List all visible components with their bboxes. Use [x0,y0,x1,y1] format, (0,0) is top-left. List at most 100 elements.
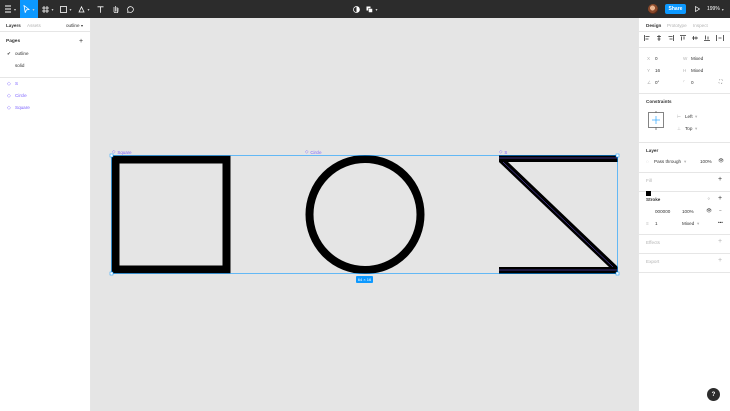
chevron-down-icon: ▾ [81,23,84,28]
text-tool-button[interactable] [94,0,106,18]
add-effect-icon[interactable]: + [718,238,722,245]
align-center-h-icon[interactable] [656,35,662,41]
selection-size-badge: 64 × 16 [356,276,373,283]
stroke-align-select[interactable]: Mixed [682,221,694,226]
chevron-down-icon: ▾ [684,159,687,164]
stroke-opacity-input[interactable]: 100% [682,209,694,214]
chevron-down-icon: ▾ [695,114,698,119]
y-input[interactable]: 16 [655,68,660,73]
tab-inspect[interactable]: Inspect [693,23,708,28]
corner-radius-input[interactable]: 0 [691,80,694,85]
help-button[interactable]: ? [707,388,720,401]
vertical-constraint-select[interactable]: Top [685,126,692,131]
minus-icon[interactable]: − [719,208,722,213]
rotation-icon: ∠ [647,80,652,85]
stroke-heading: Stroke [646,197,661,202]
pen-icon [78,5,86,12]
zoom-label: 199% [707,6,720,12]
chevron-down-icon: ▾ [697,221,700,226]
main-menu-button[interactable]: ▾ [2,0,18,18]
layer-opacity-input[interactable]: 100% [700,159,712,164]
hand-tool-button[interactable] [109,0,121,18]
divider [639,172,730,173]
zoom-dropdown[interactable]: 199% ▾ [707,0,724,18]
frame-tool-button[interactable]: ▾ [40,0,56,18]
layer-item-circle[interactable]: Circle [15,93,27,98]
add-stroke-icon[interactable]: + [718,195,722,202]
x-input[interactable]: 0 [655,56,658,61]
layer-item-s[interactable]: S [15,81,18,86]
top-toolbar: ▾ ▾ ▾ ▾ ▾ ▾ Share 199% ▾ [0,0,730,18]
shape-tool-button[interactable]: ▾ [58,0,74,18]
page-item-solid[interactable]: solid [15,63,24,68]
divider [0,77,91,78]
stroke-weight-icon: ≡ [646,221,649,226]
circle-shape[interactable] [305,155,425,274]
eye-icon[interactable]: 👁 [718,158,724,164]
align-right-icon[interactable] [668,35,674,41]
corner-radius-icon: ⌜ [683,80,686,85]
tab-design[interactable]: Design [646,23,661,28]
comment-tool-button[interactable] [124,0,136,18]
horizontal-constraint-icon: ⊢ [677,114,682,119]
stroke-weight-input[interactable]: 1 [655,221,658,226]
resize-handle[interactable] [615,153,620,158]
constraints-widget[interactable] [648,111,664,131]
stroke-hex-input[interactable]: 000000 [655,209,670,214]
cursor-icon [23,5,31,13]
stroke-color-swatch[interactable] [646,191,651,196]
more-options-icon[interactable]: ••• [718,220,723,225]
boolean-button[interactable]: ▾ [365,0,379,18]
align-left-icon[interactable] [644,35,650,41]
h-input[interactable]: Mixed [691,68,703,73]
page-item-outline[interactable]: outline [15,51,29,56]
right-panel: Design Prototype Inspect X 0 W Mixed Y 1… [638,18,730,411]
align-bottom-icon[interactable] [704,35,710,41]
add-fill-icon[interactable]: + [718,176,722,183]
pen-tool-button[interactable]: ▾ [76,0,92,18]
layer-item-square[interactable]: Square [15,105,30,110]
distribute-icon[interactable] [716,35,724,41]
blend-mode-select[interactable]: Pass through [654,159,681,164]
divider [639,191,730,192]
add-export-icon[interactable]: + [718,257,722,264]
square-shape[interactable] [111,155,231,274]
pages-heading: Pages [6,39,21,44]
effects-heading: Effects [646,240,660,245]
frame-icon [42,5,50,13]
move-tool-button[interactable]: ▾ [20,0,38,18]
mask-button[interactable] [350,0,362,18]
tab-assets[interactable]: Assets [27,23,41,28]
rotation-input[interactable]: 0° [655,80,659,85]
check-icon: ✔ [7,51,11,56]
tab-layers[interactable]: Layers [6,23,21,28]
selection-box[interactable] [111,155,618,274]
divider [639,253,730,254]
share-button[interactable]: Share [665,4,686,14]
fill-heading: Fill [646,178,652,183]
add-page-icon[interactable]: + [79,38,83,45]
y-label: Y [647,68,651,73]
resize-handle[interactable] [615,271,620,276]
align-center-v-icon[interactable] [692,35,698,41]
component-icon: ◇ [7,81,11,87]
align-top-icon[interactable] [680,35,686,41]
left-panel-tabs: Layers Assets outline ▾ [0,18,91,32]
resize-handle[interactable] [109,153,114,158]
avatar[interactable] [648,4,658,14]
tab-prototype[interactable]: Prototype [667,23,687,28]
h-label: H [683,68,687,73]
comment-icon [126,5,134,13]
page-switcher[interactable]: outline [66,23,80,28]
present-button[interactable] [692,0,702,18]
divider [639,31,730,32]
rectangle-icon [60,5,68,13]
horizontal-constraint-select[interactable]: Left [685,114,693,119]
w-input[interactable]: Mixed [691,56,703,61]
style-grid-icon[interactable]: ⁘ [707,196,711,202]
eye-icon[interactable]: 👁 [706,208,712,214]
canvas[interactable]: ◇ Square ◇ Circle ◇ S 64 × 16 [91,18,638,411]
s-shape[interactable] [499,155,618,274]
independent-corners-icon[interactable]: ⛶ [719,79,722,84]
resize-handle[interactable] [109,271,114,276]
